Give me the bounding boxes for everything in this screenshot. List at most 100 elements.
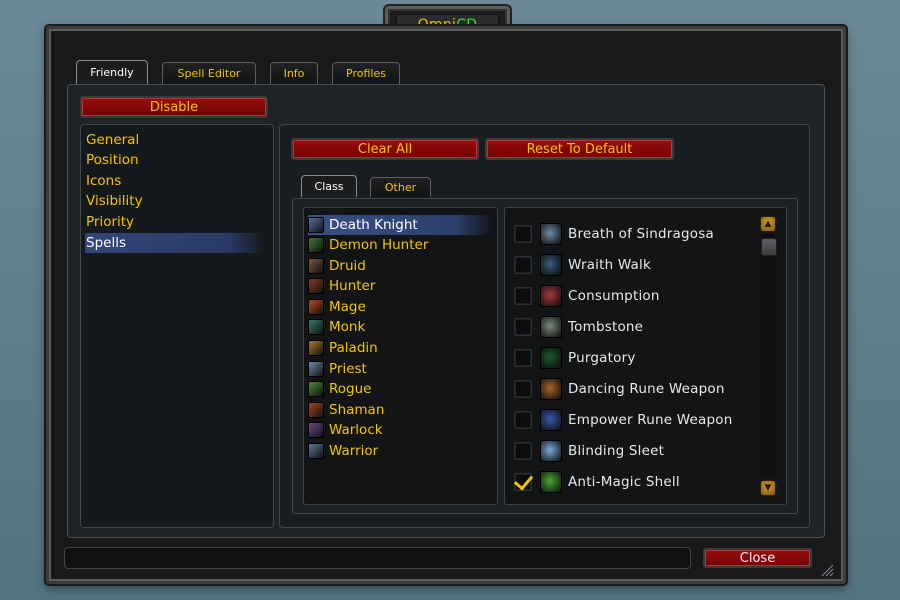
spell-label: Wraith Walk bbox=[568, 257, 651, 273]
nav-label: Spells bbox=[86, 235, 126, 251]
spell-item-anti-magic-shell[interactable]: Anti-Magic Shell bbox=[514, 469, 754, 495]
tab-info[interactable]: Info bbox=[270, 62, 318, 84]
spell-scrollbar[interactable]: ▲ ▼ bbox=[760, 216, 777, 496]
class-label: Druid bbox=[329, 258, 366, 274]
class-icon bbox=[308, 299, 324, 315]
nav-label: Visibility bbox=[86, 193, 143, 209]
class-item-shaman[interactable]: Shaman bbox=[308, 400, 493, 420]
spell-item-breath-of-sindragosa[interactable]: Breath of Sindragosa bbox=[514, 221, 754, 247]
spell-checkbox[interactable] bbox=[514, 256, 532, 274]
tab-class[interactable]: Class bbox=[301, 175, 357, 197]
class-item-priest[interactable]: Priest bbox=[308, 359, 493, 379]
spell-label: Empower Rune Weapon bbox=[568, 412, 733, 428]
class-icon bbox=[308, 402, 324, 418]
scroll-up-icon[interactable]: ▲ bbox=[760, 216, 776, 232]
class-item-mage[interactable]: Mage bbox=[308, 297, 493, 317]
spell-icon bbox=[540, 285, 562, 307]
nav-label: General bbox=[86, 132, 140, 148]
spell-label: Anti-Magic Shell bbox=[568, 474, 680, 490]
class-icon bbox=[308, 237, 324, 253]
class-item-demon-hunter[interactable]: Demon Hunter bbox=[308, 235, 493, 255]
spell-item-dancing-rune-weapon[interactable]: Dancing Rune Weapon bbox=[514, 376, 754, 402]
class-item-warrior[interactable]: Warrior bbox=[308, 441, 493, 461]
scroll-thumb[interactable] bbox=[761, 238, 777, 256]
class-label: Warrior bbox=[329, 443, 379, 459]
spell-item-wraith-walk[interactable]: Wraith Walk bbox=[514, 252, 754, 278]
tab-label: Other bbox=[384, 181, 417, 194]
class-item-druid[interactable]: Druid bbox=[308, 256, 493, 276]
class-item-warlock[interactable]: Warlock bbox=[308, 420, 493, 440]
class-label: Hunter bbox=[329, 278, 376, 294]
spell-label: Consumption bbox=[568, 288, 660, 304]
class-label: Demon Hunter bbox=[329, 237, 429, 253]
class-label: Death Knight bbox=[329, 217, 418, 233]
tab-profiles[interactable]: Profiles bbox=[332, 62, 400, 84]
spell-item-purgatory[interactable]: Purgatory bbox=[514, 345, 754, 371]
spell-checkbox[interactable] bbox=[514, 225, 532, 243]
spell-icon bbox=[540, 254, 562, 276]
spell-label: Purgatory bbox=[568, 350, 636, 366]
spell-item-tombstone[interactable]: Tombstone bbox=[514, 314, 754, 340]
spell-label: Breath of Sindragosa bbox=[568, 226, 714, 242]
spell-label: Blinding Sleet bbox=[568, 443, 665, 459]
scroll-track[interactable] bbox=[761, 234, 775, 478]
class-icon bbox=[308, 361, 324, 377]
class-icon bbox=[308, 278, 324, 294]
tab-friendly[interactable]: Friendly bbox=[76, 60, 148, 84]
class-label: Paladin bbox=[329, 340, 378, 356]
close-label: Close bbox=[739, 550, 776, 566]
class-item-rogue[interactable]: Rogue bbox=[308, 379, 493, 399]
spell-icon bbox=[540, 316, 562, 338]
resize-grip-icon[interactable] bbox=[820, 563, 834, 577]
nav-item-general[interactable]: General bbox=[85, 130, 265, 150]
class-label: Monk bbox=[329, 319, 366, 335]
nav-item-visibility[interactable]: Visibility bbox=[85, 191, 265, 211]
status-bar bbox=[64, 547, 691, 569]
close-button[interactable]: Close bbox=[703, 548, 812, 568]
class-item-hunter[interactable]: Hunter bbox=[308, 276, 493, 296]
nav-label: Icons bbox=[86, 173, 122, 189]
nav-item-priority[interactable]: Priority bbox=[85, 212, 265, 232]
reset-default-button[interactable]: Reset To Default bbox=[485, 138, 674, 160]
nav-label: Position bbox=[86, 152, 139, 168]
class-icon bbox=[308, 217, 324, 233]
class-icon bbox=[308, 340, 324, 356]
spell-checkbox[interactable] bbox=[514, 349, 532, 367]
nav-item-position[interactable]: Position bbox=[85, 150, 265, 170]
spell-icon bbox=[540, 440, 562, 462]
class-label: Warlock bbox=[329, 422, 383, 438]
tab-other[interactable]: Other bbox=[370, 177, 431, 197]
spell-icon bbox=[540, 378, 562, 400]
class-icon bbox=[308, 422, 324, 438]
spell-checkbox[interactable] bbox=[514, 442, 532, 460]
spell-checkbox[interactable] bbox=[514, 411, 532, 429]
spell-checkbox[interactable] bbox=[514, 287, 532, 305]
disable-label: Disable bbox=[149, 99, 199, 115]
spell-item-consumption[interactable]: Consumption bbox=[514, 283, 754, 309]
scroll-down-icon[interactable]: ▼ bbox=[760, 480, 776, 496]
tab-label: Info bbox=[283, 67, 305, 80]
disable-button[interactable]: Disable bbox=[80, 96, 268, 118]
tab-spell-editor[interactable]: Spell Editor bbox=[162, 62, 256, 84]
clear-all-label: Clear All bbox=[357, 141, 413, 157]
class-item-paladin[interactable]: Paladin bbox=[308, 338, 493, 358]
class-label: Rogue bbox=[329, 381, 372, 397]
tab-label: Spell Editor bbox=[177, 67, 241, 80]
spell-item-empower-rune-weapon[interactable]: Empower Rune Weapon bbox=[514, 407, 754, 433]
spell-checkbox[interactable] bbox=[514, 473, 532, 491]
spell-checkbox[interactable] bbox=[514, 318, 532, 336]
spell-icon bbox=[540, 223, 562, 245]
class-item-monk[interactable]: Monk bbox=[308, 317, 493, 337]
tab-label: Friendly bbox=[90, 66, 134, 79]
tab-label: Class bbox=[314, 180, 344, 193]
class-label: Priest bbox=[329, 361, 367, 377]
clear-all-button[interactable]: Clear All bbox=[291, 138, 479, 160]
nav-item-spells[interactable]: Spells bbox=[85, 233, 265, 253]
spell-checkbox[interactable] bbox=[514, 380, 532, 398]
reset-label: Reset To Default bbox=[526, 141, 633, 157]
class-item-death-knight[interactable]: Death Knight bbox=[308, 215, 493, 235]
class-icon bbox=[308, 443, 324, 459]
nav-item-icons[interactable]: Icons bbox=[85, 171, 265, 191]
spell-item-blinding-sleet[interactable]: Blinding Sleet bbox=[514, 438, 754, 464]
spell-label: Dancing Rune Weapon bbox=[568, 381, 725, 397]
